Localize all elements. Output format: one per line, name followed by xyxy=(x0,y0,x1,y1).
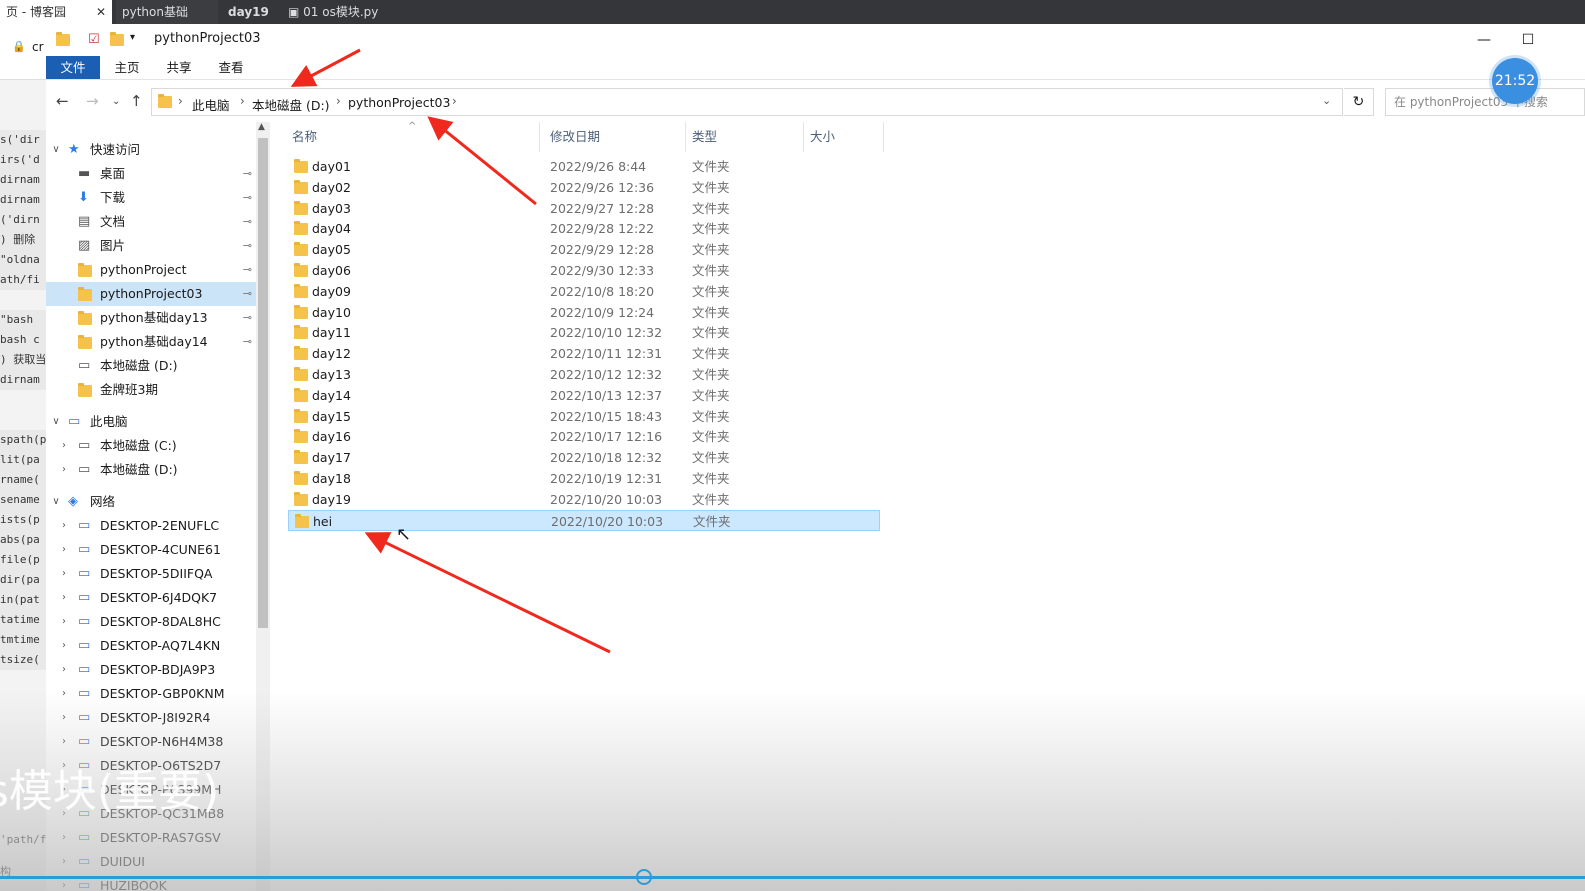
video-progress-bar[interactable] xyxy=(0,876,1585,879)
mouse-pointer-icon: ↖ xyxy=(396,524,412,545)
video-progress-handle[interactable] xyxy=(636,869,652,885)
arrow-to-new-folder xyxy=(364,532,611,654)
arrow-to-breadcrumb xyxy=(427,116,537,206)
video-subtitle: s模块(重要) xyxy=(0,766,220,817)
arrow-to-file-tab xyxy=(290,48,361,87)
annotation-arrows xyxy=(290,48,611,654)
clock-badge: 21:52 xyxy=(1492,58,1538,104)
screen: 页 - 博客园 ✕ python基础 day19 ▣ 01 os模块.py 🔒 … xyxy=(0,0,1585,891)
